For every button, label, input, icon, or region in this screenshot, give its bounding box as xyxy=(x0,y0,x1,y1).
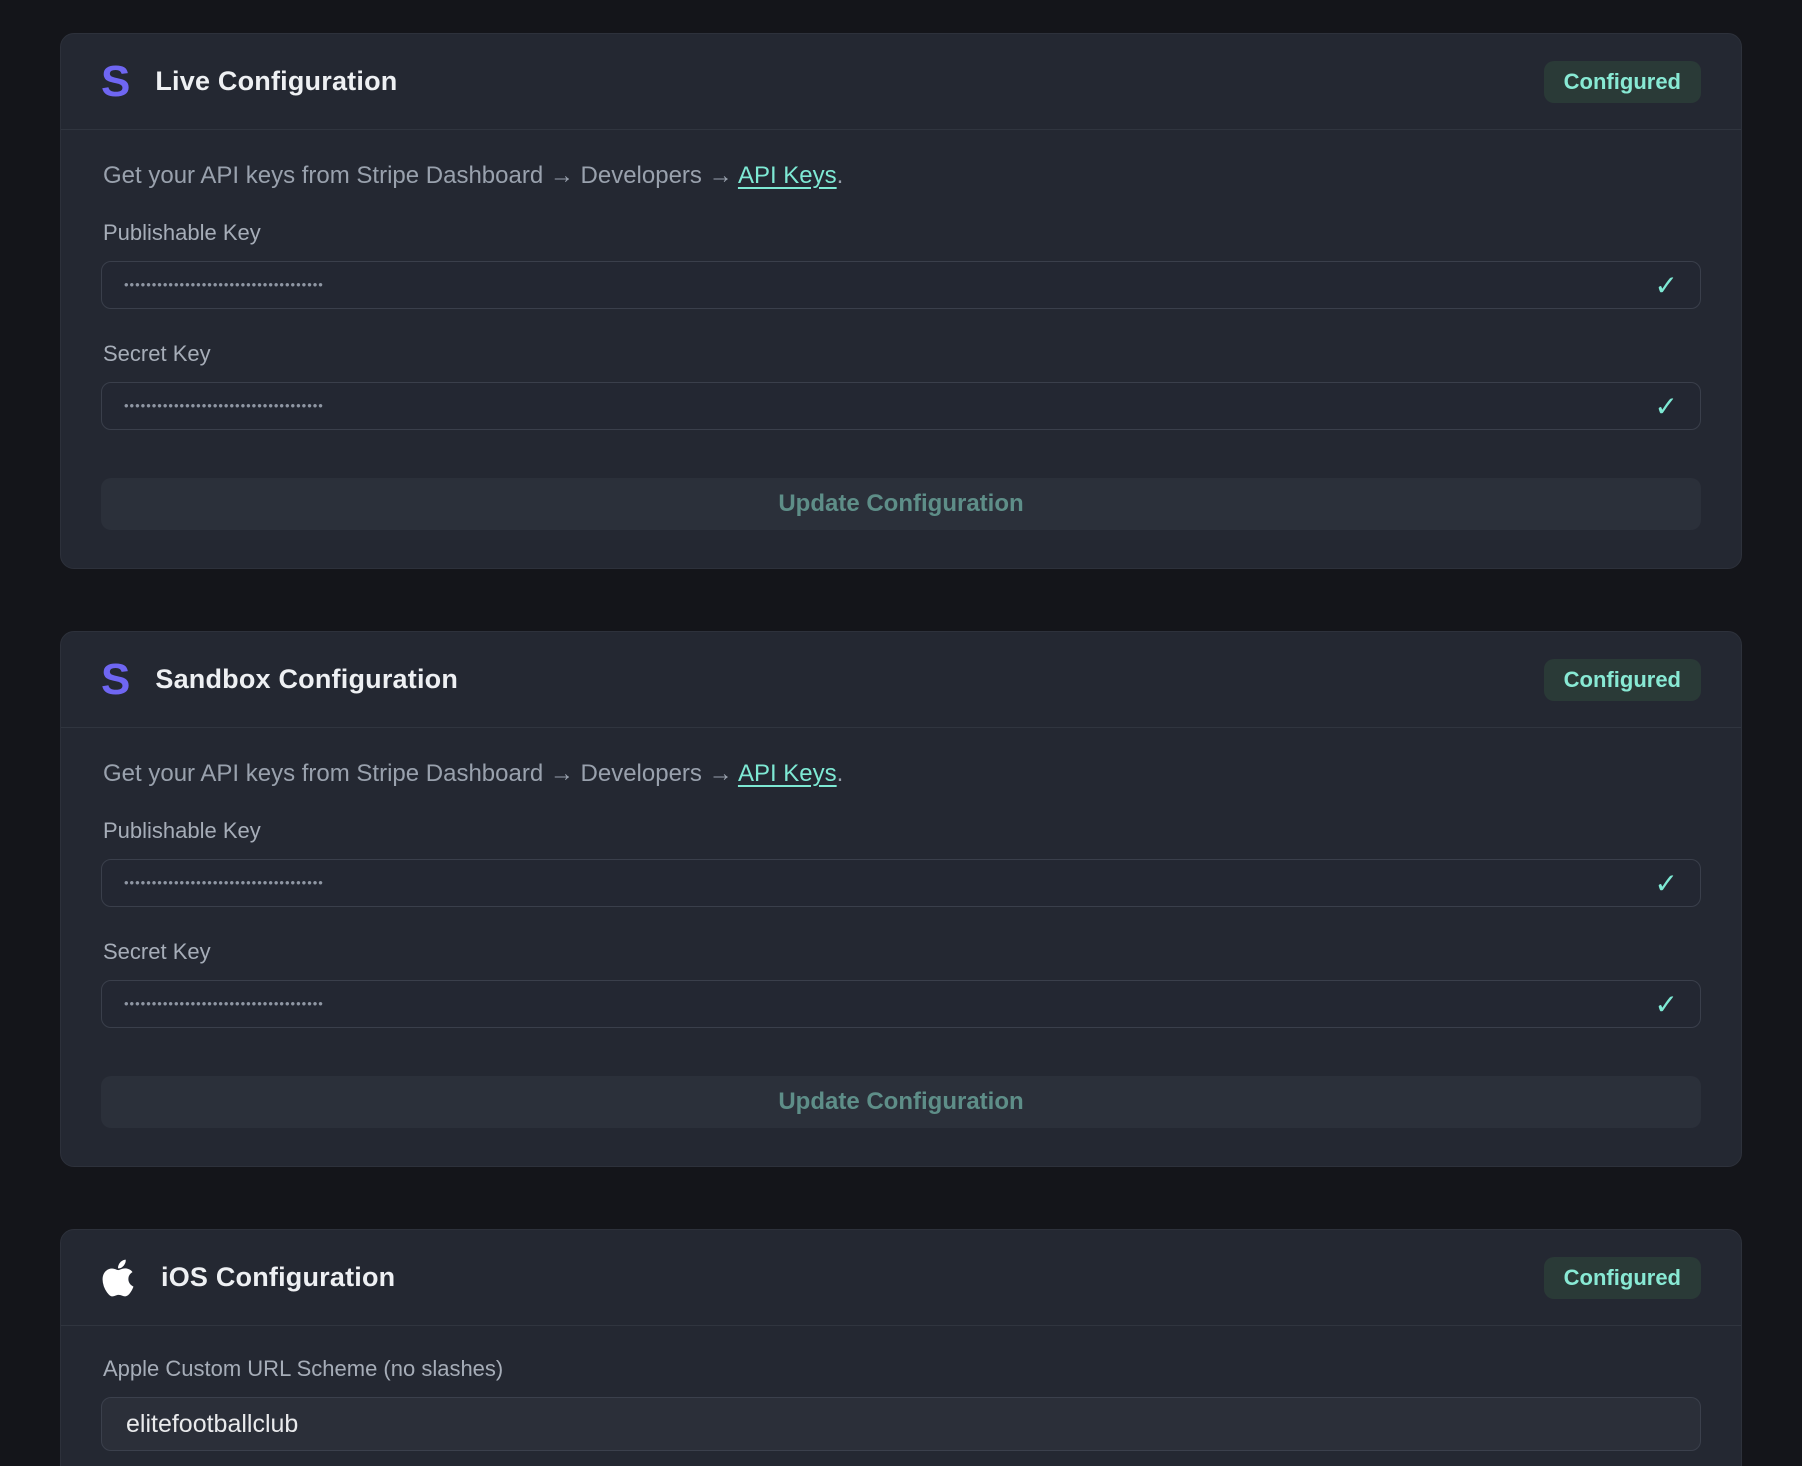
api-keys-link[interactable]: API Keys xyxy=(738,162,837,189)
masked-key-value: •••••••••••••••••••••••••••••••••••• xyxy=(124,996,324,1011)
url-scheme-value: elitefootballclub xyxy=(126,1410,298,1439)
secret-key-label: Secret Key xyxy=(103,939,1701,965)
update-configuration-button[interactable]: Update Configuration xyxy=(101,1076,1701,1128)
help-text-suffix: . xyxy=(837,162,844,189)
status-badge: Configured xyxy=(1544,1257,1701,1299)
api-keys-link[interactable]: API Keys xyxy=(738,760,837,787)
publishable-key-label: Publishable Key xyxy=(103,818,1701,844)
api-keys-help-text: Get your API keys from Stripe Dashboard … xyxy=(103,760,1701,788)
masked-key-value: •••••••••••••••••••••••••••••••••••• xyxy=(124,875,324,890)
apple-icon xyxy=(101,1257,135,1299)
publishable-key-field: Publishable Key ••••••••••••••••••••••••… xyxy=(101,220,1701,309)
check-icon: ✓ xyxy=(1655,867,1678,900)
masked-key-value: •••••••••••••••••••••••••••••••••••• xyxy=(124,398,324,413)
secret-key-input[interactable]: •••••••••••••••••••••••••••••••••••• ✓ xyxy=(101,980,1701,1028)
api-keys-help-text: Get your API keys from Stripe Dashboard … xyxy=(103,162,1701,190)
live-card-body: Get your API keys from Stripe Dashboard … xyxy=(61,130,1741,568)
help-text-prefix: Get your API keys from Stripe Dashboard … xyxy=(103,760,738,787)
ios-card-header: iOS Configuration Configured xyxy=(61,1230,1741,1326)
sandbox-card-body: Get your API keys from Stripe Dashboard … xyxy=(61,728,1741,1166)
check-icon: ✓ xyxy=(1655,390,1678,423)
publishable-key-label: Publishable Key xyxy=(103,220,1701,246)
update-configuration-button[interactable]: Update Configuration xyxy=(101,478,1701,530)
stripe-s-icon: S xyxy=(101,60,129,104)
sandbox-card-title: Sandbox Configuration xyxy=(155,664,458,695)
live-configuration-card: S Live Configuration Configured Get your… xyxy=(60,33,1742,569)
secret-key-label: Secret Key xyxy=(103,341,1701,367)
status-badge: Configured xyxy=(1544,659,1701,701)
publishable-key-input[interactable]: •••••••••••••••••••••••••••••••••••• ✓ xyxy=(101,859,1701,907)
masked-key-value: •••••••••••••••••••••••••••••••••••• xyxy=(124,277,324,292)
check-icon: ✓ xyxy=(1655,988,1678,1021)
url-scheme-input[interactable]: elitefootballclub xyxy=(101,1397,1701,1451)
live-card-title: Live Configuration xyxy=(155,66,397,97)
ios-card-body: Apple Custom URL Scheme (no slashes) eli… xyxy=(61,1326,1741,1466)
help-text-prefix: Get your API keys from Stripe Dashboard … xyxy=(103,162,738,189)
check-icon: ✓ xyxy=(1655,269,1678,302)
ios-configuration-card: iOS Configuration Configured Apple Custo… xyxy=(60,1229,1742,1466)
help-text-suffix: . xyxy=(837,760,844,787)
sandbox-configuration-card: S Sandbox Configuration Configured Get y… xyxy=(60,631,1742,1167)
publishable-key-field: Publishable Key ••••••••••••••••••••••••… xyxy=(101,818,1701,907)
secret-key-field: Secret Key •••••••••••••••••••••••••••••… xyxy=(101,939,1701,1028)
live-card-header: S Live Configuration Configured xyxy=(61,34,1741,130)
secret-key-input[interactable]: •••••••••••••••••••••••••••••••••••• ✓ xyxy=(101,382,1701,430)
stripe-settings-page: S Live Configuration Configured Get your… xyxy=(0,0,1802,1466)
stripe-s-icon: S xyxy=(101,658,129,702)
url-scheme-label: Apple Custom URL Scheme (no slashes) xyxy=(103,1356,1701,1382)
secret-key-field: Secret Key •••••••••••••••••••••••••••••… xyxy=(101,341,1701,430)
sandbox-card-header: S Sandbox Configuration Configured xyxy=(61,632,1741,728)
ios-card-title: iOS Configuration xyxy=(161,1262,395,1293)
publishable-key-input[interactable]: •••••••••••••••••••••••••••••••••••• ✓ xyxy=(101,261,1701,309)
status-badge: Configured xyxy=(1544,61,1701,103)
